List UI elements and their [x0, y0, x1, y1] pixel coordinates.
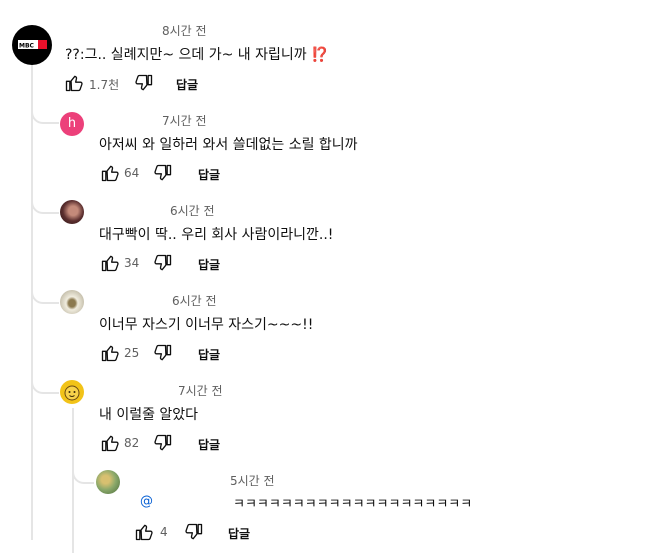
- like-count: 64: [124, 166, 140, 180]
- reply-button[interactable]: 답글: [176, 76, 198, 93]
- svg-text:MBC: MBC: [19, 43, 35, 50]
- emoji: ⁉️: [311, 47, 329, 63]
- comment-timestamp[interactable]: 5시간 전: [230, 472, 275, 489]
- dislike-icon[interactable]: [153, 433, 173, 453]
- like-icon[interactable]: [100, 253, 120, 273]
- dislike-icon[interactable]: [153, 163, 173, 183]
- like-icon[interactable]: [100, 343, 120, 363]
- thread-connector: [31, 278, 59, 304]
- like-count: 25: [124, 346, 140, 360]
- avatar[interactable]: [96, 470, 120, 494]
- like-count: 34: [124, 256, 140, 270]
- comment-text: 이너무 자스기 이너무 자스기~~~!!: [99, 317, 314, 333]
- reply-button[interactable]: 답글: [228, 525, 250, 542]
- like-icon[interactable]: [100, 163, 120, 183]
- avatar[interactable]: [60, 200, 84, 224]
- comment-text: ??:그.. 실례지만~ 으데 가~ 내 자립니까 ⁉️: [65, 47, 329, 63]
- dislike-icon[interactable]: [184, 522, 204, 542]
- comment-timestamp[interactable]: 8시간 전: [162, 22, 207, 39]
- comment-timestamp[interactable]: 6시간 전: [172, 292, 217, 309]
- character-avatar-icon: [64, 385, 80, 401]
- mention-link[interactable]: @: [140, 494, 153, 509]
- like-icon[interactable]: [134, 522, 154, 542]
- thread-connector: [31, 368, 59, 394]
- reply-button[interactable]: 답글: [198, 346, 220, 363]
- like-count: 82: [124, 436, 140, 450]
- reply-button[interactable]: 답글: [198, 436, 220, 453]
- dislike-icon[interactable]: [134, 73, 154, 93]
- thread-connector: [72, 458, 94, 484]
- dislike-icon[interactable]: [153, 253, 173, 273]
- avatar[interactable]: [60, 380, 84, 404]
- avatar[interactable]: [60, 290, 84, 314]
- avatar[interactable]: h: [60, 112, 84, 136]
- reply-button[interactable]: 답글: [198, 166, 220, 183]
- thread-line: [31, 60, 33, 540]
- thread-connector: [31, 188, 59, 214]
- channel-logo-icon: MBC: [18, 40, 47, 50]
- comment-text: 아저씨 와 일하러 와서 쓸데없는 소릴 합니까: [99, 137, 358, 153]
- like-count: 4: [160, 525, 168, 539]
- reply-button[interactable]: 답글: [198, 256, 220, 273]
- comment-text: ㅋㅋㅋㅋㅋㅋㅋㅋㅋㅋㅋㅋㅋㅋㅋㅋㅋㅋㅋㅋ: [233, 497, 473, 512]
- thread-connector: [31, 100, 59, 124]
- comment-timestamp[interactable]: 7시간 전: [162, 112, 207, 129]
- dislike-icon[interactable]: [153, 343, 173, 363]
- like-count: 1.7천: [89, 78, 120, 92]
- like-icon[interactable]: [100, 433, 120, 453]
- like-icon[interactable]: [64, 73, 84, 93]
- comment-timestamp[interactable]: 6시간 전: [170, 202, 215, 219]
- comment-timestamp[interactable]: 7시간 전: [178, 382, 223, 399]
- thread-line: [72, 408, 74, 553]
- channel-avatar[interactable]: MBC: [12, 25, 52, 65]
- comment-text: 내 이럴줄 알았다: [99, 407, 199, 423]
- comment-text: 대구빡이 딱.. 우리 회사 사람이라니깐..!: [99, 227, 334, 243]
